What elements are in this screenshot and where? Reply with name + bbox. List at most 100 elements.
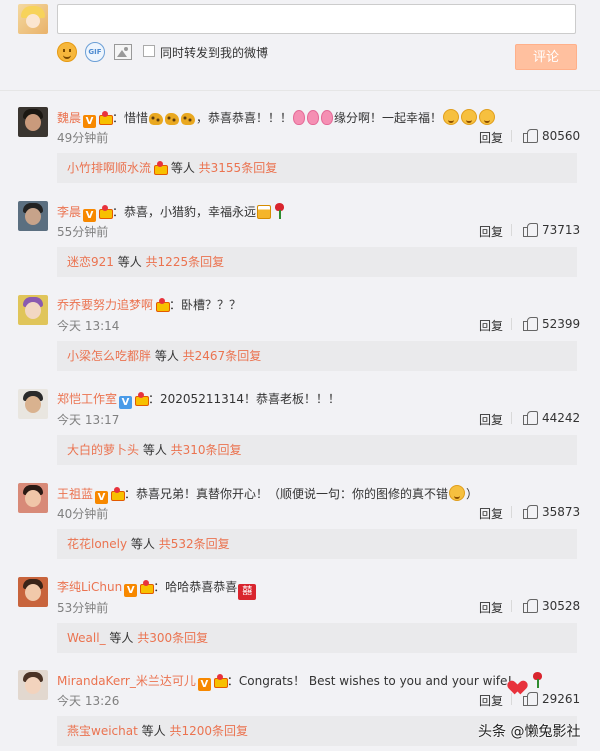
- avatar-face: [26, 14, 40, 28]
- crown-badge-icon: [213, 674, 228, 688]
- comment-time: 今天 13:17: [57, 413, 120, 427]
- like-count[interactable]: 73713: [542, 223, 580, 237]
- comment-item: 魏晨 V ：惜惜 ，恭喜恭喜！！！ 缘分啊！一起幸福！ 49分钟前 回复 80560 小…: [0, 107, 600, 201]
- avatar[interactable]: [18, 670, 48, 700]
- comment-text: ：恭喜，小猎豹，幸福永远: [112, 205, 257, 219]
- sub-replies-link[interactable]: 小梁怎么吃都胖 等人 共2467条回复: [57, 341, 577, 371]
- sub-replies-link[interactable]: 小竹排啊顺水流 等人 共3155条回复: [57, 153, 577, 183]
- avatar[interactable]: [18, 389, 48, 419]
- like-count[interactable]: 80560: [542, 129, 580, 143]
- reply-button[interactable]: 回复: [479, 599, 503, 616]
- divider: [511, 130, 512, 142]
- crown-badge-icon: [155, 298, 171, 312]
- sub-reply-count[interactable]: 共1200条回复: [169, 724, 248, 738]
- comment-body: 王祖蓝 V ：恭喜兄弟！真替你开心！（顺便说一句：你的图修的真不错 ）: [57, 485, 478, 504]
- gif-icon[interactable]: GIF: [85, 42, 105, 62]
- reply-button[interactable]: 回复: [479, 223, 503, 240]
- like-count[interactable]: 52399: [542, 317, 580, 331]
- comment-item: 李纯LiChun V ：哈哈恭喜恭喜囍 53分钟前 回复 30528 Weall_ …: [0, 577, 600, 671]
- thumbs-up-icon[interactable]: [523, 128, 538, 143]
- sub-reply-count[interactable]: 共310条回复: [171, 443, 242, 457]
- username-link[interactable]: MirandaKerr_米兰达可儿: [57, 674, 196, 688]
- username-link[interactable]: 李纯LiChun: [57, 580, 122, 594]
- thumbs-up-icon[interactable]: [523, 598, 538, 613]
- avatar-face: [25, 584, 41, 601]
- sub-reply-user[interactable]: 迷恋921: [67, 255, 114, 269]
- sub-reply-count[interactable]: 共532条回复: [159, 537, 230, 551]
- comment-compose: GIF 同时转发到我的微博 评论: [0, 0, 600, 90]
- sub-reply-user[interactable]: Weall_: [67, 631, 106, 645]
- verified-badge: V: [124, 584, 138, 597]
- like-count[interactable]: 30528: [542, 599, 580, 613]
- verified-badge: V: [83, 209, 97, 222]
- thumbs-up-icon[interactable]: [523, 222, 538, 237]
- comment-time: 49分钟前: [57, 131, 109, 145]
- reply-button[interactable]: 回复: [479, 505, 503, 522]
- emoji-icon[interactable]: [57, 42, 77, 62]
- comment-text: ：恭喜兄弟！真替你开心！（顺便说一句：你的图修的真不错: [124, 487, 449, 501]
- crown-badge-icon: [98, 111, 114, 125]
- comment-item: 乔乔要努力追梦啊 ：卧槽？？？ 今天 13:14 回复 52399 小梁怎么吃都胖…: [0, 295, 600, 389]
- comment-text: ，恭喜恭喜！！！: [196, 111, 293, 125]
- comment-text: ：Congrats！ Best wishes to you and your w…: [226, 674, 513, 688]
- avatar[interactable]: [18, 107, 48, 137]
- thumbs-up-icon[interactable]: [523, 691, 538, 706]
- sub-replies-link[interactable]: 迷恋921 等人 共1225条回复: [57, 247, 577, 277]
- username-link[interactable]: 乔乔要努力追梦啊: [57, 298, 153, 312]
- current-user-avatar[interactable]: [18, 4, 48, 34]
- rose-emoji-icon: [531, 672, 543, 688]
- sub-reply-count[interactable]: 共1225条回复: [146, 255, 225, 269]
- sub-replies-link[interactable]: 大白的萝卜头 等人 共310条回复: [57, 435, 577, 465]
- like-count[interactable]: 44242: [542, 411, 580, 425]
- username-link[interactable]: 王祖蓝: [57, 487, 93, 501]
- repost-label: 同时转发到我的微博: [160, 46, 269, 60]
- comment-input[interactable]: [57, 4, 576, 34]
- username-link[interactable]: 魏晨: [57, 111, 81, 125]
- comment-text: ：惜惜: [112, 111, 149, 125]
- like-count[interactable]: 35873: [542, 505, 580, 519]
- sub-reply-text: 等人: [139, 443, 171, 457]
- avatar-face: [25, 208, 41, 225]
- thumbs-up-icon[interactable]: [523, 504, 538, 519]
- thumbs-up-icon[interactable]: [523, 410, 538, 425]
- comment-text: ：卧槽？？？: [169, 298, 242, 312]
- sub-replies-link[interactable]: 花花lonely 等人 共532条回复: [57, 529, 577, 559]
- sub-reply-count[interactable]: 共300条回复: [137, 631, 208, 645]
- submit-comment-button[interactable]: 评论: [515, 44, 577, 70]
- username-link[interactable]: 郑恺工作室: [57, 392, 117, 406]
- sub-reply-user[interactable]: 花花lonely: [67, 537, 127, 551]
- avatar[interactable]: [18, 295, 48, 325]
- sub-reply-user[interactable]: 燕宝weichat: [67, 724, 138, 738]
- repost-checkbox[interactable]: [143, 45, 155, 57]
- sub-replies-link[interactable]: Weall_ 等人 共300条回复: [57, 623, 577, 653]
- sub-reply-user[interactable]: 小竹排啊顺水流: [67, 161, 151, 175]
- avatar[interactable]: [18, 201, 48, 231]
- reply-button[interactable]: 回复: [479, 411, 503, 428]
- thumbs-up-icon[interactable]: [523, 316, 538, 331]
- comment-text: ：哈哈恭喜恭喜: [153, 580, 238, 594]
- avatar[interactable]: [18, 577, 48, 607]
- comment-body: 郑恺工作室 V ：20205211314！恭喜老板！！！: [57, 391, 340, 409]
- avatar-face: [25, 114, 41, 131]
- sub-reply-text: 等人: [137, 724, 170, 738]
- comment-time: 40分钟前: [57, 507, 109, 521]
- image-icon[interactable]: [114, 44, 132, 60]
- username-link[interactable]: 李晨: [57, 205, 81, 219]
- avatar-face: [25, 490, 41, 507]
- sub-reply-count[interactable]: 共2467条回复: [183, 349, 262, 363]
- avatar-face: [25, 396, 41, 413]
- comment-item: 郑恺工作室 V ：20205211314！恭喜老板！！！ 今天 13:17 回复 4…: [0, 389, 600, 483]
- avatar[interactable]: [18, 483, 48, 513]
- verified-badge: V: [83, 115, 97, 128]
- reply-button[interactable]: 回复: [479, 317, 503, 334]
- sub-reply-user[interactable]: 大白的萝卜头: [67, 443, 139, 457]
- reply-button[interactable]: 回复: [479, 692, 503, 709]
- comment-time: 今天 13:14: [57, 319, 120, 333]
- leopard-emoji-icon: [149, 113, 164, 125]
- sub-reply-user[interactable]: 小梁怎么吃都胖: [67, 349, 151, 363]
- sub-reply-count[interactable]: 共3155条回复: [199, 161, 278, 175]
- reply-button[interactable]: 回复: [479, 129, 503, 146]
- sub-reply-text: 等人: [167, 161, 199, 175]
- like-count[interactable]: 29261: [542, 692, 580, 706]
- verified-badge: V: [119, 396, 133, 409]
